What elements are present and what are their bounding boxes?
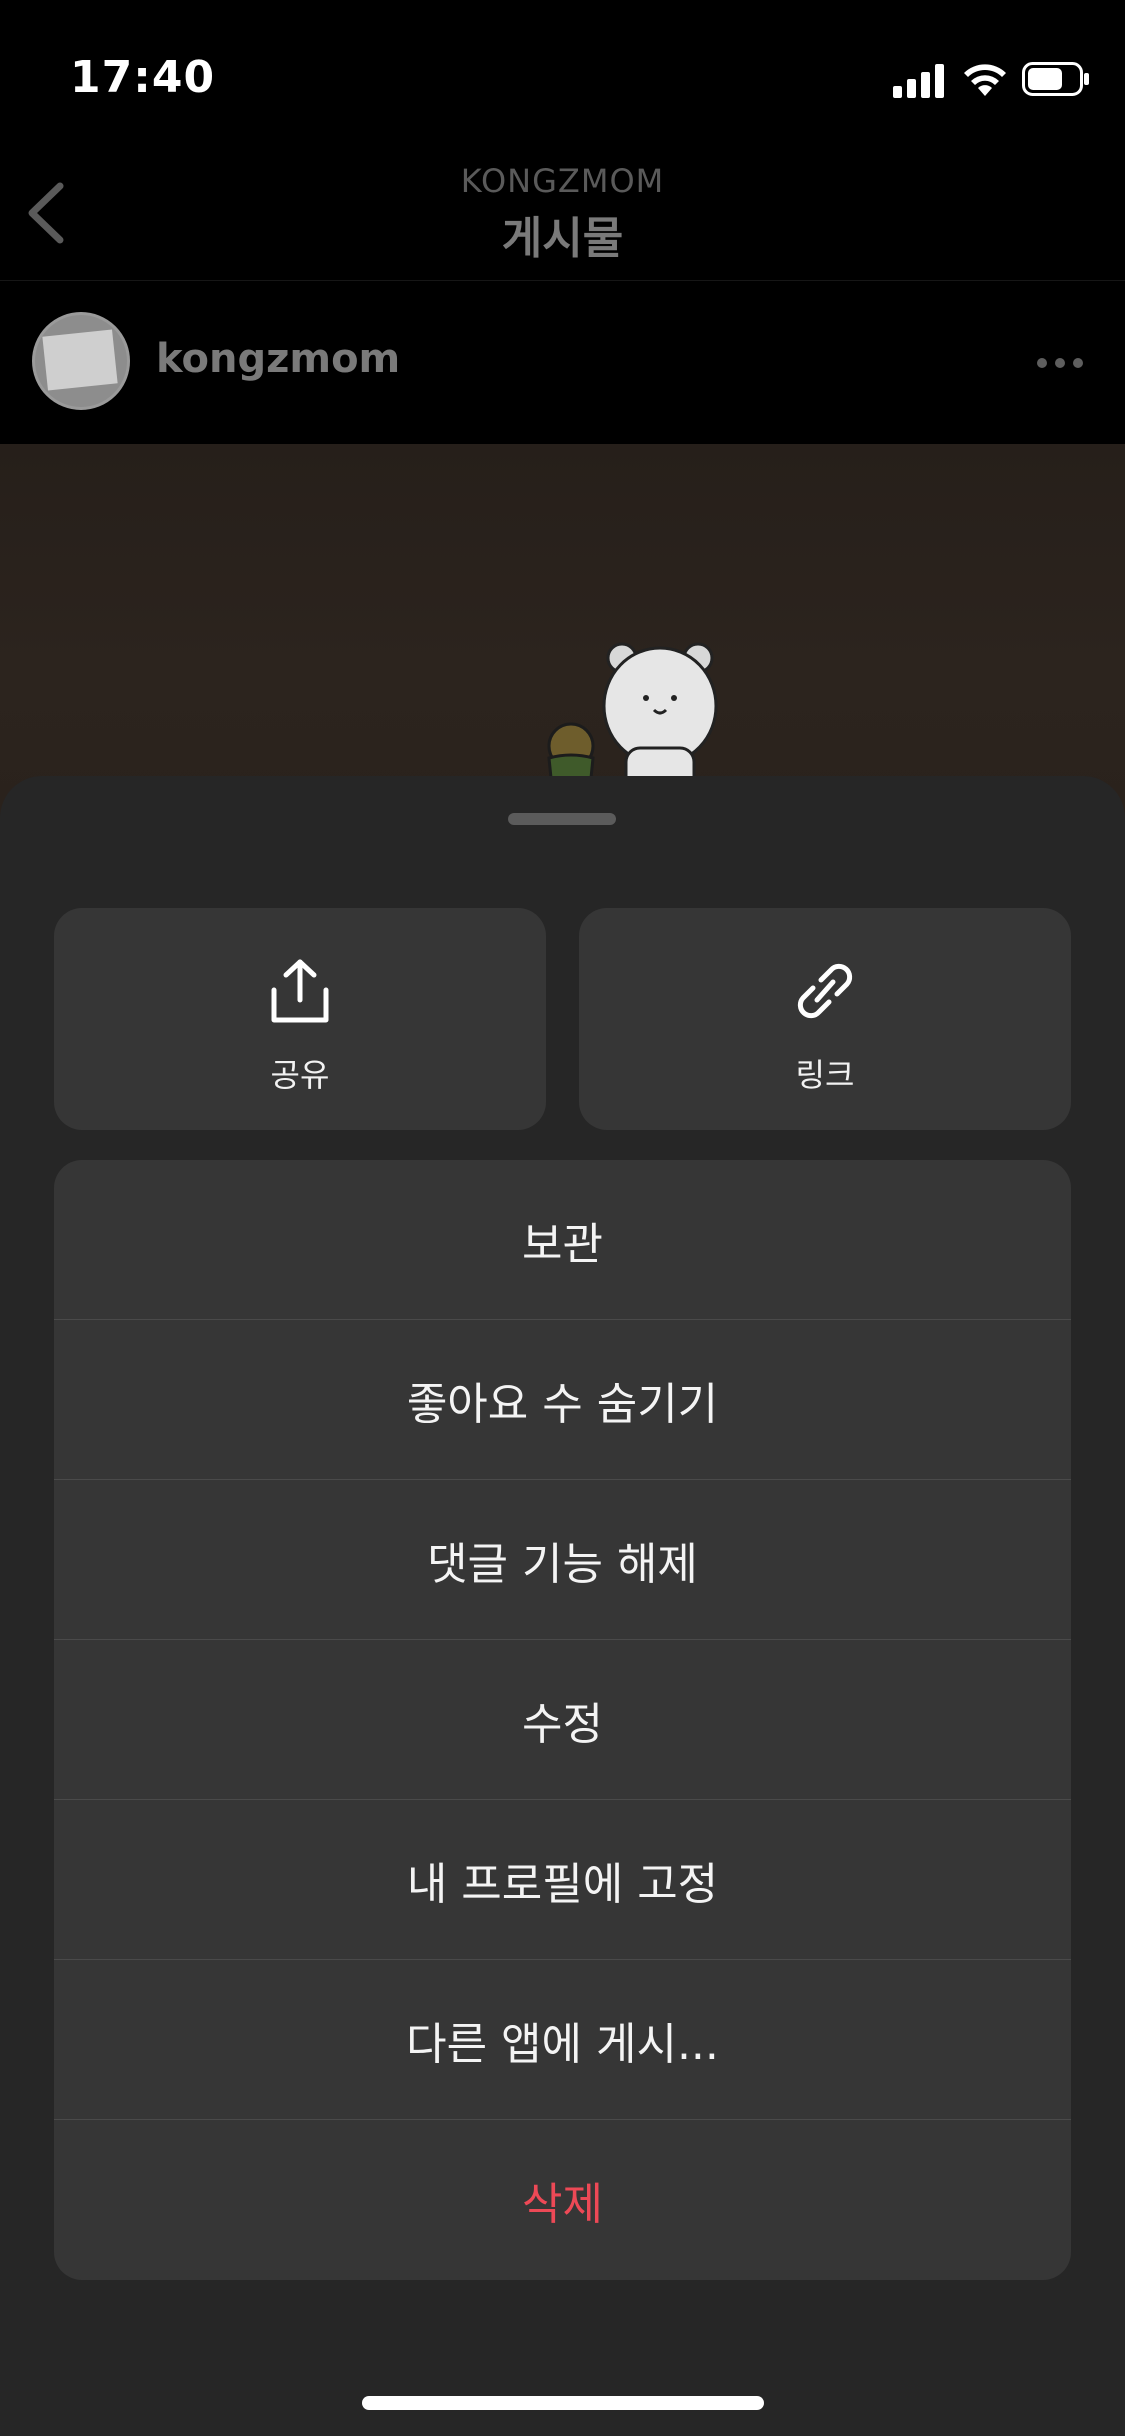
- cellular-signal-icon: [893, 64, 944, 98]
- potato-character-illustration: [547, 722, 595, 782]
- menu-item-edit[interactable]: 수정: [54, 1640, 1071, 1800]
- menu-item-pin-to-profile[interactable]: 내 프로필에 고정: [54, 1800, 1071, 1960]
- options-menu: 보관 좋아요 수 숨기기 댓글 기능 해제 수정 내 프로필에 고정 다른 앱에…: [54, 1160, 1071, 2280]
- menu-item-hide-like-count[interactable]: 좋아요 수 숨기기: [54, 1320, 1071, 1480]
- share-button[interactable]: 공유: [54, 908, 546, 1130]
- share-label: 공유: [270, 1056, 330, 1094]
- menu-item-post-to-other-apps[interactable]: 다른 앱에 게시...: [54, 1960, 1071, 2120]
- avatar[interactable]: [32, 312, 130, 410]
- link-icon: [797, 963, 853, 1019]
- copy-link-button[interactable]: 링크: [579, 908, 1071, 1130]
- sheet-drag-handle[interactable]: [508, 813, 616, 825]
- wifi-icon: [964, 64, 1006, 96]
- more-options-icon[interactable]: [1034, 346, 1086, 380]
- bear-character-illustration: [602, 642, 718, 796]
- link-label: 링크: [795, 1056, 855, 1094]
- status-time: 17:40: [70, 52, 216, 103]
- status-bar: 17:40: [0, 0, 1125, 140]
- post-username[interactable]: kongzmom: [156, 336, 400, 382]
- battery-icon: [1022, 62, 1089, 96]
- share-icon: [271, 959, 329, 1023]
- menu-item-archive[interactable]: 보관: [54, 1160, 1071, 1320]
- home-indicator[interactable]: [362, 2396, 764, 2410]
- menu-item-delete[interactable]: 삭제: [54, 2120, 1071, 2280]
- header-username: KONGZMOM: [460, 162, 665, 200]
- menu-item-turn-off-comments[interactable]: 댓글 기능 해제: [54, 1480, 1071, 1640]
- page-title: 게시물: [501, 213, 624, 264]
